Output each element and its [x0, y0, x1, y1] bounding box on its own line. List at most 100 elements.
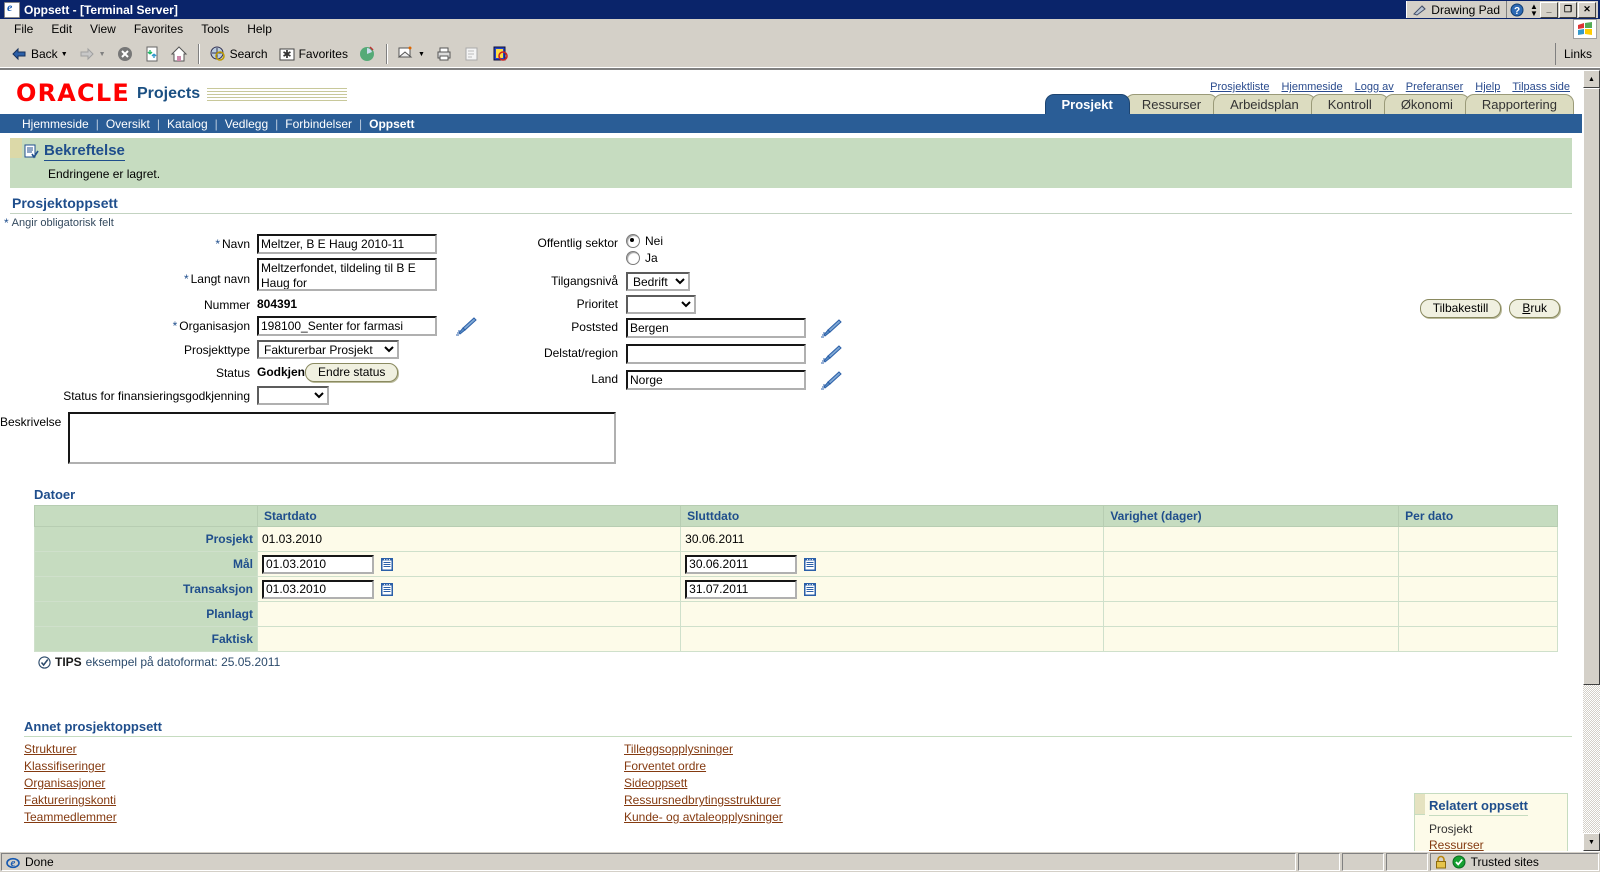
- project-setup-form: *Navn *Langt navn Nummer: [0, 234, 1582, 464]
- drawing-pad-button[interactable]: Drawing Pad: [1406, 1, 1506, 18]
- subnav-forbindelser[interactable]: Forbindelser: [285, 117, 352, 131]
- subnav-katalog[interactable]: Katalog: [167, 117, 208, 131]
- global-link-prosjektliste[interactable]: Prosjektliste: [1210, 81, 1269, 93]
- transaksjon-end-calendar-icon[interactable]: [803, 582, 817, 597]
- radio-ja-icon[interactable]: [626, 251, 640, 265]
- back-dropdown-icon[interactable]: ▼: [61, 51, 68, 58]
- prosjekttype-select[interactable]: Fakturerbar Prosjekt: [257, 340, 399, 359]
- scroll-thumb[interactable]: [1583, 88, 1600, 685]
- mal-end-calendar-icon[interactable]: [803, 557, 817, 572]
- links-button[interactable]: Links: [1554, 43, 1600, 65]
- offentlig-option-nei[interactable]: Nei: [626, 234, 663, 248]
- menu-item-help[interactable]: Help: [239, 20, 280, 38]
- global-link-logg-av[interactable]: Logg av: [1355, 81, 1394, 93]
- refresh-button[interactable]: [140, 43, 164, 65]
- transaksjon-start-input[interactable]: [261, 579, 374, 599]
- subnav-vedlegg[interactable]: Vedlegg: [225, 117, 268, 131]
- link-faktureringskonti[interactable]: Faktureringskonti: [24, 792, 624, 808]
- link-tilleggsopplysninger[interactable]: Tilleggsopplysninger: [624, 741, 1224, 757]
- change-status-button[interactable]: Endre status: [305, 363, 399, 382]
- back-button[interactable]: Back ▼: [6, 44, 72, 64]
- history-button[interactable]: [354, 43, 380, 65]
- global-link-tilpass-side[interactable]: Tilpass side: [1512, 81, 1570, 93]
- restore-arrows-icon[interactable]: ▲ ▼: [1529, 2, 1539, 17]
- delstat-search-flashlight-icon[interactable]: [820, 344, 842, 364]
- link-klassifiseringer[interactable]: Klassifiseringer: [24, 758, 624, 774]
- land-input[interactable]: [626, 370, 806, 390]
- windows-flag-icon[interactable]: [1573, 19, 1597, 39]
- help-button[interactable]: ?: [1506, 1, 1527, 18]
- tab-rapportering[interactable]: Rapportering: [1464, 94, 1574, 114]
- row-label-prosjekt: Prosjekt: [34, 526, 258, 552]
- menu-item-view[interactable]: View: [82, 20, 124, 38]
- menu-item-file[interactable]: File: [6, 20, 41, 38]
- subnav-hjemmeside[interactable]: Hjemmeside: [22, 117, 89, 131]
- mal-end-input[interactable]: [685, 554, 798, 574]
- tab-okonomi[interactable]: Økonomi: [1383, 94, 1470, 114]
- mal-start-input[interactable]: [261, 554, 374, 574]
- navn-input[interactable]: [257, 234, 437, 254]
- minimize-button[interactable]: _: [1540, 1, 1558, 18]
- transaksjon-start-calendar-icon[interactable]: [380, 582, 394, 597]
- tilgangsniva-select[interactable]: Bedrift: [626, 272, 690, 291]
- other-setup-right-links: Tilleggsopplysninger Forventet ordre Sid…: [624, 741, 1224, 825]
- browser-toolbar: Back ▼ ▼ Search ✱ Favorites ▼ Links: [0, 40, 1600, 69]
- link-ressursnedbrytingsstrukturer[interactable]: Ressursnedbrytingsstrukturer: [624, 792, 1224, 808]
- link-organisasjoner[interactable]: Organisasjoner: [24, 775, 624, 791]
- prioritet-select[interactable]: [626, 295, 696, 314]
- discuss-button[interactable]: [487, 43, 513, 65]
- menu-item-tools[interactable]: Tools: [193, 20, 237, 38]
- table-row: Mål: [34, 551, 1558, 577]
- scroll-down-button[interactable]: ▼: [1583, 833, 1600, 851]
- search-button[interactable]: Search: [205, 43, 272, 65]
- delstat-input[interactable]: [626, 344, 806, 364]
- global-link-preferanser[interactable]: Preferanser: [1406, 81, 1463, 93]
- stop-button[interactable]: [112, 43, 138, 65]
- global-link-hjemmeside[interactable]: Hjemmeside: [1281, 81, 1342, 93]
- tab-ressurser[interactable]: Ressurser: [1124, 94, 1219, 114]
- maximize-button[interactable]: ❐: [1559, 1, 1577, 18]
- menu-item-favorites[interactable]: Favorites: [126, 20, 191, 38]
- scroll-up-button[interactable]: ▲: [1583, 70, 1600, 88]
- related-item-ressurser[interactable]: Ressurser: [1429, 837, 1559, 851]
- tab-arbeidsplan[interactable]: Arbeidsplan: [1213, 94, 1316, 114]
- prosjekttype-label: Prosjekttype: [183, 343, 250, 357]
- page-vertical-scrollbar[interactable]: ▲ ▼: [1582, 70, 1600, 851]
- poststed-search-flashlight-icon[interactable]: [820, 318, 842, 338]
- transaksjon-end-input[interactable]: [685, 579, 798, 599]
- link-teammedlemmer[interactable]: Teammedlemmer: [24, 809, 624, 825]
- print-button[interactable]: [431, 44, 457, 64]
- offentlig-option-ja[interactable]: Ja: [626, 251, 663, 265]
- organisasjon-search-flashlight-icon[interactable]: [455, 316, 477, 336]
- other-setup-section: Annet prosjektoppsett Strukturer Klassif…: [0, 719, 1582, 825]
- organisasjon-input[interactable]: [257, 316, 437, 336]
- link-sideoppsett[interactable]: Sideoppsett: [624, 775, 1224, 791]
- subnav-oversikt[interactable]: Oversikt: [106, 117, 150, 131]
- land-search-flashlight-icon[interactable]: [820, 370, 842, 390]
- beskrivelse-textarea[interactable]: [68, 412, 617, 464]
- prioritet-label: Prioritet: [576, 297, 618, 311]
- close-button[interactable]: ✕: [1578, 1, 1596, 18]
- radio-nei-icon[interactable]: [626, 234, 640, 248]
- menu-item-edit[interactable]: Edit: [43, 20, 80, 38]
- link-kunde-og-avtaleopplysninger[interactable]: Kunde- og avtaleopplysninger: [624, 809, 1224, 825]
- home-button[interactable]: [166, 43, 192, 65]
- mal-start-calendar-icon[interactable]: [380, 557, 394, 572]
- security-zone-cell[interactable]: Trusted sites: [1429, 853, 1599, 871]
- table-row: Prosjekt 01.03.2010 30.06.2011: [34, 526, 1558, 552]
- finansiering-select[interactable]: [257, 386, 329, 405]
- link-forventet-ordre[interactable]: Forventet ordre: [624, 758, 1224, 774]
- mail-button[interactable]: ▼: [393, 44, 429, 64]
- beskrivelse-label: Beskrivelse: [0, 415, 62, 429]
- tab-prosjekt[interactable]: Prosjekt: [1044, 94, 1130, 114]
- langt-navn-textarea[interactable]: [257, 258, 437, 291]
- tab-kontroll[interactable]: Kontroll: [1310, 94, 1389, 114]
- poststed-input[interactable]: [626, 318, 806, 338]
- scroll-track[interactable]: [1583, 685, 1600, 833]
- subnav-oppsett[interactable]: Oppsett: [369, 117, 414, 131]
- favorites-button[interactable]: ✱ Favorites: [274, 44, 352, 64]
- link-strukturer[interactable]: Strukturer: [24, 741, 624, 757]
- global-link-hjelp[interactable]: Hjelp: [1475, 81, 1500, 93]
- mail-dropdown-icon[interactable]: ▼: [418, 51, 425, 58]
- offentlig-radio-group: Nei Ja: [626, 234, 663, 268]
